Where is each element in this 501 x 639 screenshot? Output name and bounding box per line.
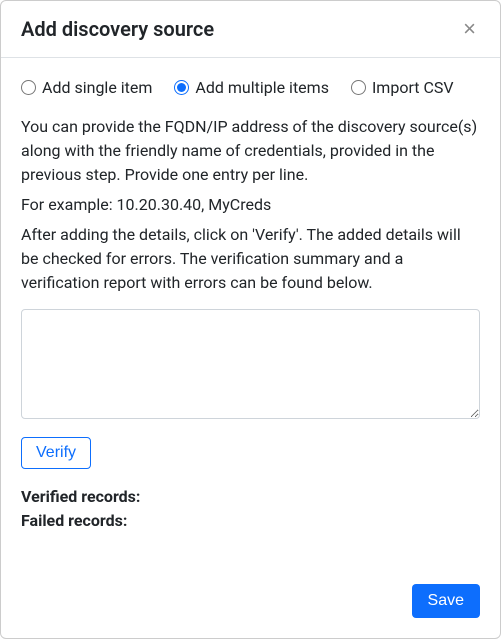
radio-import-csv[interactable]: Import CSV <box>351 78 454 97</box>
modal-header: Add discovery source × <box>1 1 500 58</box>
mode-radio-group: Add single item Add multiple items Impor… <box>21 78 480 97</box>
radio-add-single-label: Add single item <box>42 78 152 97</box>
radio-add-multiple[interactable]: Add multiple items <box>174 78 329 97</box>
radio-add-multiple-label: Add multiple items <box>195 78 329 97</box>
close-button[interactable]: × <box>459 18 480 40</box>
failed-records-label: Failed records: <box>21 511 127 530</box>
radio-add-single-input[interactable] <box>21 80 36 95</box>
verify-button[interactable]: Verify <box>21 437 91 469</box>
help-text-verify: After adding the details, click on 'Veri… <box>21 223 480 295</box>
entries-textarea-wrap <box>21 309 480 423</box>
radio-import-csv-input[interactable] <box>351 80 366 95</box>
radio-add-single[interactable]: Add single item <box>21 78 152 97</box>
radio-import-csv-label: Import CSV <box>372 78 454 97</box>
modal-body: Add single item Add multiple items Impor… <box>1 58 500 568</box>
radio-add-multiple-input[interactable] <box>174 80 189 95</box>
help-text-example: For example: 10.20.30.40, MyCreds <box>21 193 480 217</box>
verification-summary: Verified records: Failed records: <box>21 485 480 533</box>
entries-textarea[interactable] <box>21 309 480 419</box>
close-icon: × <box>463 16 476 41</box>
modal-footer: Save <box>1 568 500 638</box>
help-text-main: You can provide the FQDN/IP address of t… <box>21 115 480 187</box>
modal-title: Add discovery source <box>21 17 214 41</box>
verified-records-label: Verified records: <box>21 487 140 506</box>
failed-records-row: Failed records: <box>21 509 480 533</box>
verified-records-row: Verified records: <box>21 485 480 509</box>
save-button[interactable]: Save <box>412 584 480 618</box>
